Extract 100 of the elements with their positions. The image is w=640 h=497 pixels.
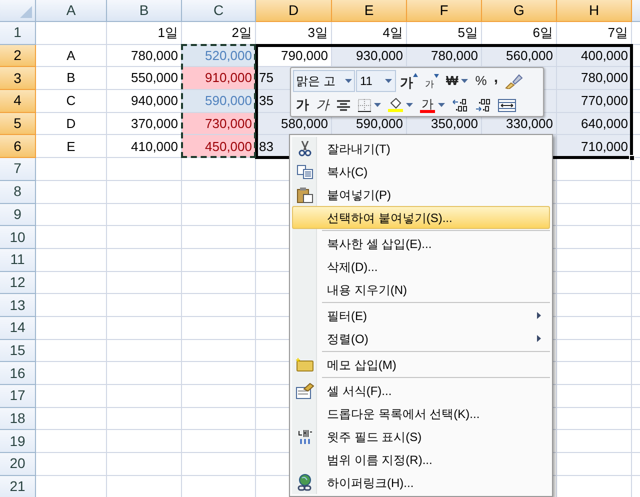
column-header[interactable]: G (482, 0, 557, 22)
globe-link-icon (297, 474, 313, 492)
paint-bucket-icon (388, 98, 403, 109)
row-header[interactable]: 5 (0, 112, 36, 136)
row-header[interactable]: 11 (0, 248, 36, 272)
cell-format-icon (296, 382, 314, 398)
menu-item[interactable]: 범위 이름 지정(R)... (292, 448, 550, 471)
column-header[interactable]: D (256, 0, 332, 22)
menu-item[interactable]: 복사(C) (292, 160, 550, 183)
menu-item[interactable]: 윗주 필드 표시(S) (292, 425, 550, 448)
row-header[interactable]: 2 (0, 44, 36, 68)
currency-button[interactable]: ₩ (443, 70, 472, 92)
paintbrush-icon (505, 73, 524, 89)
dropdown-caret-icon (438, 103, 445, 107)
table-cell: 910,000 (182, 67, 256, 90)
column-header[interactable]: F (407, 0, 482, 22)
table-cell: 410,000 (107, 135, 182, 158)
menu-item[interactable]: 내용 지우기(N) (292, 278, 550, 301)
table-cell (36, 204, 107, 226)
dropdown-caret-icon (374, 103, 381, 107)
row-header[interactable]: 1 (0, 22, 36, 45)
scissors-icon (298, 140, 312, 156)
phonetic-icon (297, 428, 313, 444)
row-header[interactable]: 10 (0, 226, 36, 249)
table-cell: 450,000 (182, 135, 256, 158)
table-cell: 770,000 (557, 90, 632, 113)
row-header[interactable]: 14 (0, 316, 36, 340)
table-cell: A (36, 44, 107, 68)
table-cell (36, 272, 107, 294)
table-cell (36, 248, 107, 272)
menu-item[interactable]: 메모 삽입(M) (292, 353, 550, 376)
table-cell (36, 180, 107, 204)
menu-item[interactable]: 삭제(D)... (292, 255, 550, 278)
note-icon (296, 358, 314, 372)
menu-item[interactable]: 드롭다운 목록에서 선택(K)... (292, 402, 550, 425)
table-cell: 550,000 (107, 67, 182, 90)
column-header[interactable]: C (182, 0, 256, 22)
table-cell (36, 22, 107, 45)
grow-font-button[interactable]: 가 (397, 70, 421, 92)
menu-item[interactable]: 하이퍼링크(H)... (292, 471, 550, 494)
table-cell: D (36, 112, 107, 136)
dropdown-caret-icon (461, 79, 468, 83)
table-cell (36, 226, 107, 249)
menu-item[interactable]: 선택하여 붙여넣기(S)... (292, 206, 550, 229)
row-header[interactable]: 21 (0, 476, 36, 497)
column-header[interactable]: H (557, 0, 632, 22)
row-header[interactable]: 17 (0, 385, 36, 408)
dropdown-caret-icon (345, 79, 352, 83)
table-cell: 730,000 (182, 112, 256, 136)
table-cell: B (36, 67, 107, 90)
row-header[interactable]: 3 (0, 67, 36, 90)
table-cell (36, 385, 107, 408)
table-cell (36, 340, 107, 362)
row-header[interactable]: 16 (0, 362, 36, 385)
table-cell: 590,000 (182, 90, 256, 113)
table-cell: 780,000 (557, 67, 632, 90)
table-cell: E (36, 135, 107, 158)
decrease-decimal-icon (475, 98, 491, 112)
menu-item[interactable]: 복사한 셀 삽입(E)... (292, 232, 550, 255)
row-header[interactable]: 20 (0, 453, 36, 476)
comma-button[interactable]: , (490, 70, 502, 92)
dropdown-caret-icon (385, 79, 392, 83)
row-header[interactable]: 7 (0, 158, 36, 181)
row-header[interactable]: 9 (0, 204, 36, 226)
row-header[interactable]: 13 (0, 294, 36, 317)
menu-item[interactable]: 셀 서식(F)... (292, 379, 550, 402)
down-arrow-icon (434, 74, 439, 78)
borders-icon (358, 98, 371, 112)
row-header[interactable]: 19 (0, 430, 36, 454)
table-cell (36, 158, 107, 181)
font-field[interactable]: 맑은 고 (293, 70, 355, 92)
menu-item[interactable]: 붙여넣기(P) (292, 183, 550, 206)
dropdown-caret-icon (406, 103, 413, 107)
merge-cells-icon (498, 98, 516, 112)
percent-button[interactable]: % (472, 70, 490, 92)
copy-icon (297, 164, 313, 178)
row-header[interactable]: 4 (0, 90, 36, 113)
table-cell: 940,000 (107, 90, 182, 113)
row-header[interactable]: 15 (0, 340, 36, 362)
shrink-font-button[interactable]: 가 (422, 70, 442, 92)
font-size-field[interactable]: 11 (356, 70, 396, 92)
table-cell (36, 362, 107, 385)
column-header[interactable]: A (36, 0, 107, 22)
column-header[interactable]: B (107, 0, 182, 22)
table-cell: 780,000 (107, 44, 182, 68)
table-cell (36, 294, 107, 317)
menu-item[interactable]: 정렬(O) (292, 327, 550, 350)
column-header[interactable]: E (332, 0, 407, 22)
triangle-icon (20, 6, 32, 18)
table-cell: 520,000 (182, 44, 256, 68)
clipboard-icon (297, 186, 313, 202)
row-header[interactable]: 8 (0, 180, 36, 204)
table-cell (36, 453, 107, 476)
row-header[interactable]: 6 (0, 135, 36, 158)
menu-item[interactable]: 필터(E) (292, 304, 550, 327)
table-cell (36, 408, 107, 430)
row-header[interactable]: 18 (0, 408, 36, 430)
table-cell (36, 430, 107, 454)
table-cell: C (36, 90, 107, 113)
row-header[interactable]: 12 (0, 272, 36, 294)
